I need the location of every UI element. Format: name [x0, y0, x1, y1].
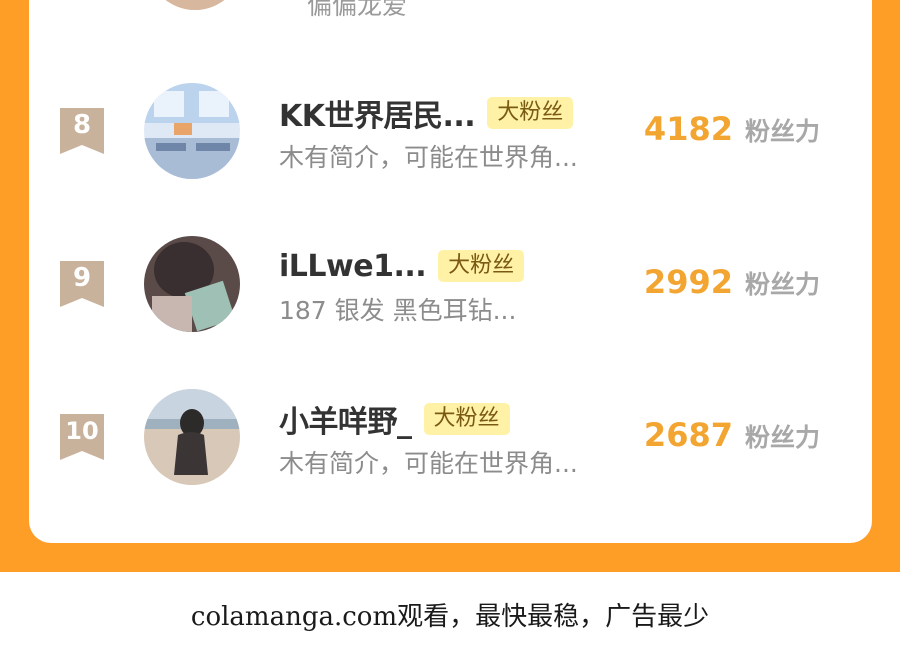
fan-power: 2992 粉丝力 — [644, 263, 820, 301]
avatar[interactable] — [144, 83, 240, 179]
fan-power: 2687 粉丝力 — [644, 416, 820, 454]
rank-badge: 10 — [60, 414, 104, 460]
fan-power-value: 2687 — [643, 416, 733, 454]
user-name[interactable]: 小羊咩野_ — [279, 397, 412, 441]
fan-level-tag: 大粉丝 — [487, 97, 574, 129]
user-bio: 木有简介，可能在世界角... — [279, 449, 578, 478]
rank-badge: 9 — [60, 261, 104, 307]
footer-ad-text: colamanga.com观看，最快最稳，广告最少 — [190, 602, 710, 632]
avatar[interactable] — [144, 389, 240, 485]
fan-power-unit: 粉丝力 — [744, 117, 820, 146]
rank-badge: 8 — [60, 108, 104, 154]
fan-power-value: 4182 — [643, 110, 733, 148]
ranking-row[interactable]: 10 小羊咩野_ 大粉丝 木有简介，可能在世界角... 2687 粉丝力 — [29, 389, 872, 509]
rank-number: 9 — [72, 263, 92, 293]
rank-number: 10 — [65, 417, 99, 445]
ranking-row[interactable]: 9 iLLwe1... 大粉丝 187 银发 黑色耳钻... 2992 粉丝力 — [29, 236, 872, 356]
fan-power-value: 2992 — [643, 263, 733, 301]
user-name[interactable]: iLLwe1... — [279, 249, 427, 284]
name-line: KK世界居民... 大粉丝 — [279, 91, 574, 135]
fan-ranking-card: 偏偏龙爱 8 KK世界居民... 大粉丝 木有简介，可能在世界角... 4182… — [29, 0, 872, 543]
rank-number: 8 — [72, 110, 92, 140]
ranking-row[interactable]: 8 KK世界居民... 大粉丝 木有简介，可能在世界角... 4182 粉丝力 — [29, 83, 872, 203]
user-bio: 187 银发 黑色耳钻... — [279, 296, 517, 325]
fan-power-unit: 粉丝力 — [744, 423, 820, 452]
user-bio: 木有简介，可能在世界角... — [279, 143, 578, 172]
name-line: 小羊咩野_ 大粉丝 — [279, 397, 510, 441]
fan-level-tag: 大粉丝 — [423, 403, 510, 435]
fan-power: 4182 粉丝力 — [644, 110, 820, 148]
name-line: iLLwe1... 大粉丝 — [279, 246, 525, 286]
previous-bio: 偏偏龙爱 — [307, 0, 408, 20]
fan-power-unit: 粉丝力 — [744, 270, 820, 299]
avatar[interactable] — [147, 0, 243, 10]
user-name[interactable]: KK世界居民... — [279, 91, 476, 135]
fan-level-tag: 大粉丝 — [438, 250, 525, 282]
avatar[interactable] — [144, 236, 240, 332]
